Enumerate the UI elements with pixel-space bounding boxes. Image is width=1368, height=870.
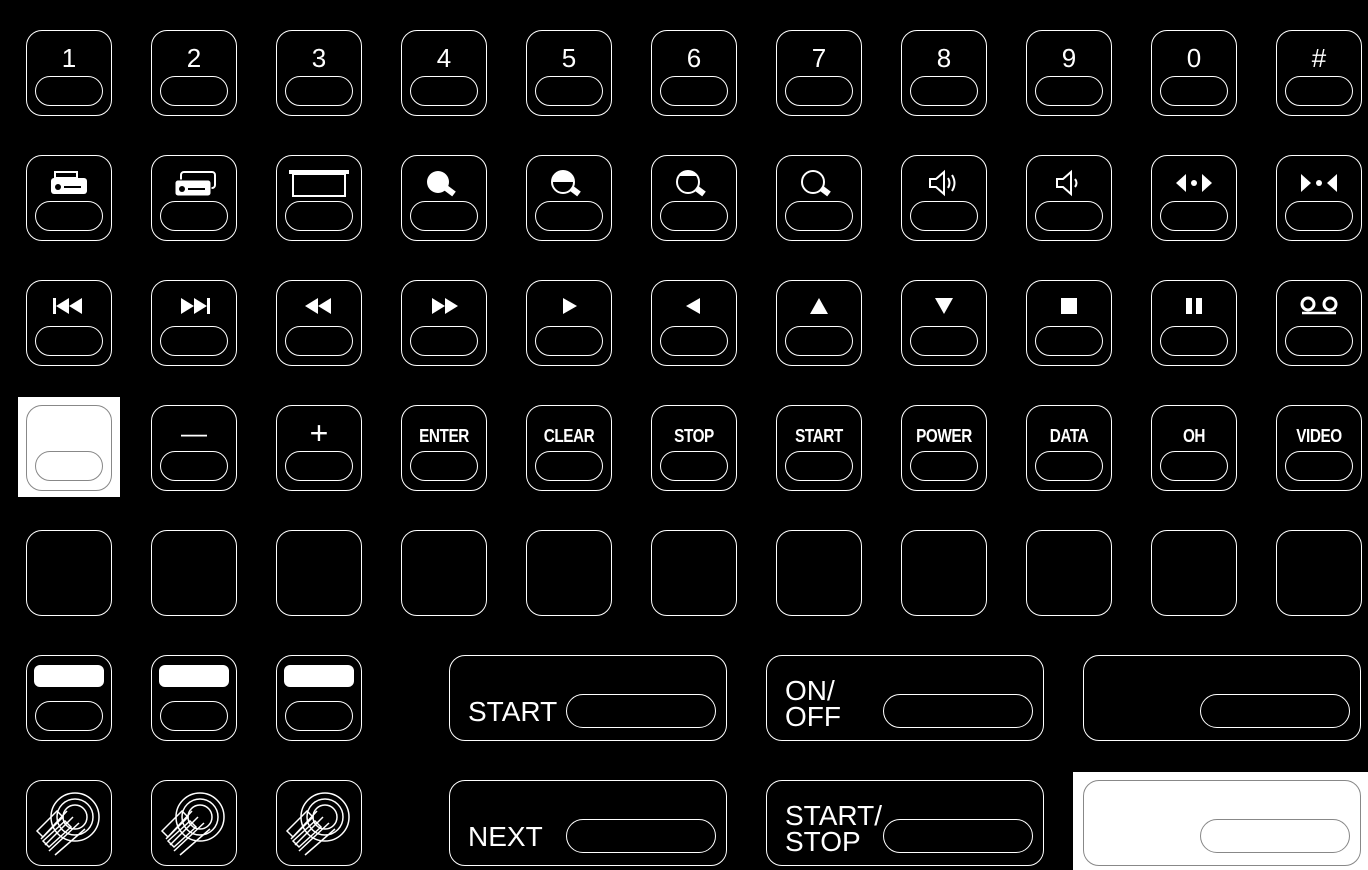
fast-forward-button[interactable] [401,280,487,366]
volume-down-button[interactable] [1026,155,1112,241]
key-8-button[interactable]: 8 [901,30,987,116]
white-bar [284,665,354,687]
expand-arrows-button[interactable] [1151,155,1237,241]
cassette-reel-icon [1300,296,1338,315]
key-2-button[interactable]: 2 [151,30,237,116]
key-9-button[interactable]: 9 [1026,30,1112,116]
empty-key-button[interactable] [276,530,362,616]
video-button[interactable]: VIDEO [1276,405,1362,491]
key-4-button[interactable]: 4 [401,30,487,116]
white-bar [34,665,104,687]
start-text-button[interactable]: START [776,405,862,491]
data-button[interactable]: DATA [1026,405,1112,491]
volume-up-button[interactable] [901,155,987,241]
pause-button[interactable] [1151,280,1237,366]
empty-key-button[interactable] [1026,530,1112,616]
pause-icon [1186,298,1202,314]
cassette-reel-button[interactable] [1276,280,1362,366]
empty-key-button[interactable] [526,530,612,616]
key-hash-button[interactable]: # [1276,30,1362,116]
clear-button[interactable]: CLEAR [526,405,612,491]
bulb-off-button[interactable] [776,155,862,241]
key-7-button[interactable]: 7 [776,30,862,116]
skip-forward-icon [181,298,210,314]
up-arrow-icon [810,298,828,314]
start-stop-button[interactable]: START/STOP [766,780,1044,866]
keypad-stack-button[interactable] [26,780,112,866]
keypad-stack-button[interactable] [276,780,362,866]
bulb-half-icon [551,170,581,197]
play-icon [563,298,577,314]
keypad-stack-icon [285,792,350,856]
empty-key-button[interactable] [776,530,862,616]
bulb-half-button[interactable] [526,155,612,241]
bulb-full-icon [427,171,456,197]
skip-forward-button[interactable] [151,280,237,366]
key-5-button[interactable]: 5 [526,30,612,116]
tape-deck-button[interactable] [26,155,112,241]
empty-key-button[interactable] [901,530,987,616]
empty-key-button[interactable] [1276,530,1362,616]
stop-square-icon [1061,298,1077,314]
volume-down-icon [1056,169,1078,197]
bar-key-button[interactable] [26,655,112,741]
blank-wide-button[interactable] [1083,655,1361,741]
bulb-low-icon [676,170,706,197]
plus-button[interactable]: + [276,405,362,491]
empty-key-button[interactable] [151,530,237,616]
key-1-button[interactable]: 1 [26,30,112,116]
next-button[interactable]: NEXT [449,780,727,866]
enter-button[interactable]: ENTER [401,405,487,491]
play-button[interactable] [526,280,612,366]
empty-key-button[interactable] [26,530,112,616]
fast-forward-icon [432,298,458,314]
empty-key-button[interactable] [401,530,487,616]
start-wide-button[interactable]: START [449,655,727,741]
keypad-stack-icon [160,792,225,856]
skip-back-button[interactable] [26,280,112,366]
dual-tape-deck-button[interactable] [151,155,237,241]
bar-key-button[interactable] [276,655,362,741]
on-off-button[interactable]: ON/OFF [766,655,1044,741]
white-bar [159,665,229,687]
power-button[interactable]: POWER [901,405,987,491]
tape-deck-icon [51,171,87,194]
oh-button[interactable]: OH [1151,405,1237,491]
bulb-off-icon [801,170,831,197]
screen-icon [289,170,349,197]
empty-key-button[interactable] [651,530,737,616]
key-3-button[interactable]: 3 [276,30,362,116]
reverse-play-button[interactable] [651,280,737,366]
rewind-icon [305,298,331,314]
bulb-full-button[interactable] [401,155,487,241]
blank-wide-button[interactable] [1083,780,1361,866]
volume-up-icon [929,169,956,197]
rewind-button[interactable] [276,280,362,366]
skip-back-icon [53,298,82,314]
keypad-stack-button[interactable] [151,780,237,866]
bulb-low-button[interactable] [651,155,737,241]
dual-tape-deck-icon [174,171,216,197]
up-arrow-button[interactable] [776,280,862,366]
empty-key-button[interactable] [1151,530,1237,616]
reverse-play-icon [686,298,700,314]
key-0-button[interactable]: 0 [1151,30,1237,116]
bar-key-button[interactable] [151,655,237,741]
minus-button[interactable]: — [151,405,237,491]
collapse-arrows-icon [1301,174,1337,192]
keypad-stack-icon [35,792,100,856]
screen-button[interactable] [276,155,362,241]
down-arrow-icon [935,298,953,314]
stop-button[interactable] [1026,280,1112,366]
blank-key-button[interactable] [26,405,112,491]
expand-arrows-icon [1176,174,1212,192]
collapse-arrows-button[interactable] [1276,155,1362,241]
key-6-button[interactable]: 6 [651,30,737,116]
stop-text-button[interactable]: STOP [651,405,737,491]
down-arrow-button[interactable] [901,280,987,366]
